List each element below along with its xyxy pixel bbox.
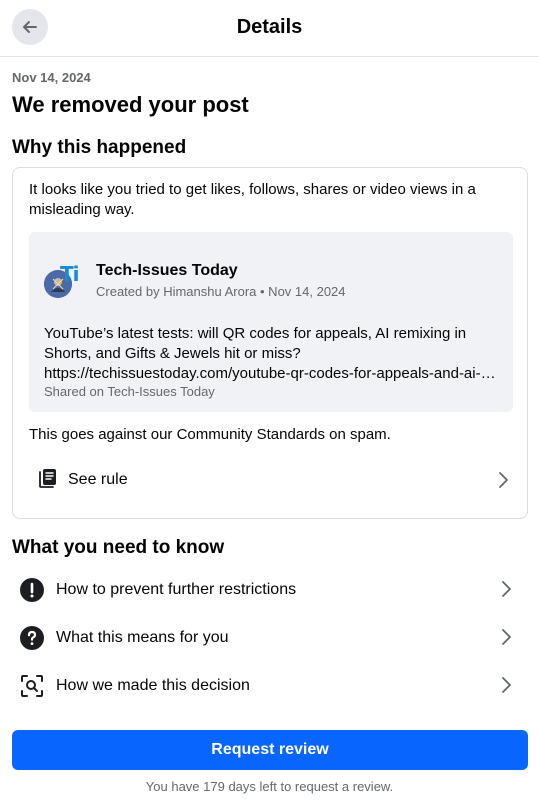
exclamation-icon [20, 578, 44, 602]
page-name: Tech-Issues Today [96, 262, 238, 279]
request-review-button[interactable]: Request review [12, 730, 528, 770]
community-standards-text: This goes against our Community Standard… [29, 426, 391, 443]
know-heading: What you need to know [12, 537, 225, 558]
see-rule-button[interactable]: See rule [29, 460, 513, 500]
know-item-label: How to prevent further restrictions [56, 581, 297, 598]
why-heading: Why this happened [12, 137, 187, 158]
post-meta: Created by Himanshu Arora • Nov 14, 2024 [96, 284, 346, 299]
know-item-label: What this means for you [56, 629, 229, 646]
decision-process-item[interactable]: How we made this decision [12, 664, 528, 708]
prevent-restrictions-item[interactable]: How to prevent further restrictions [12, 568, 528, 612]
chevron-right-icon [499, 472, 508, 488]
search-frame-icon [21, 675, 43, 697]
page-header-title: Details [236, 16, 303, 38]
post-body: YouTube’s latest tests: will QR codes fo… [44, 324, 500, 384]
chevron-right-icon [502, 581, 511, 597]
know-item-label: How we made this decision [56, 677, 250, 694]
post-body-line: YouTube’s latest tests: will QR codes fo… [44, 325, 467, 342]
shared-on-label: Shared on Tech-Issues Today [44, 384, 215, 399]
rulebook-icon [39, 469, 56, 488]
page-badge-logo: Ti [60, 262, 79, 286]
post-link[interactable]: https://techissuestoday.com/youtube-qr-c… [44, 364, 500, 384]
what-this-means-item[interactable]: What this means for you [12, 616, 528, 660]
removed-post-preview: Ti Tech-Issues Today Created by Himanshu… [29, 232, 513, 412]
chevron-right-icon [502, 677, 511, 693]
removal-date: Nov 14, 2024 [12, 70, 91, 85]
violation-description: It looks like you tried to get likes, fo… [29, 181, 476, 218]
see-rule-label: See rule [68, 471, 128, 488]
review-deadline-note: You have 179 days left to request a revi… [145, 779, 394, 794]
why-card: It looks like you tried to get likes, fo… [12, 167, 528, 519]
post-body-line: Shorts, and Gifts & Jewels hit or miss? [44, 345, 301, 362]
top-bar: Details [0, 0, 539, 57]
page-title: We removed your post [12, 92, 249, 117]
question-icon [20, 626, 44, 650]
chevron-right-icon [502, 629, 511, 645]
